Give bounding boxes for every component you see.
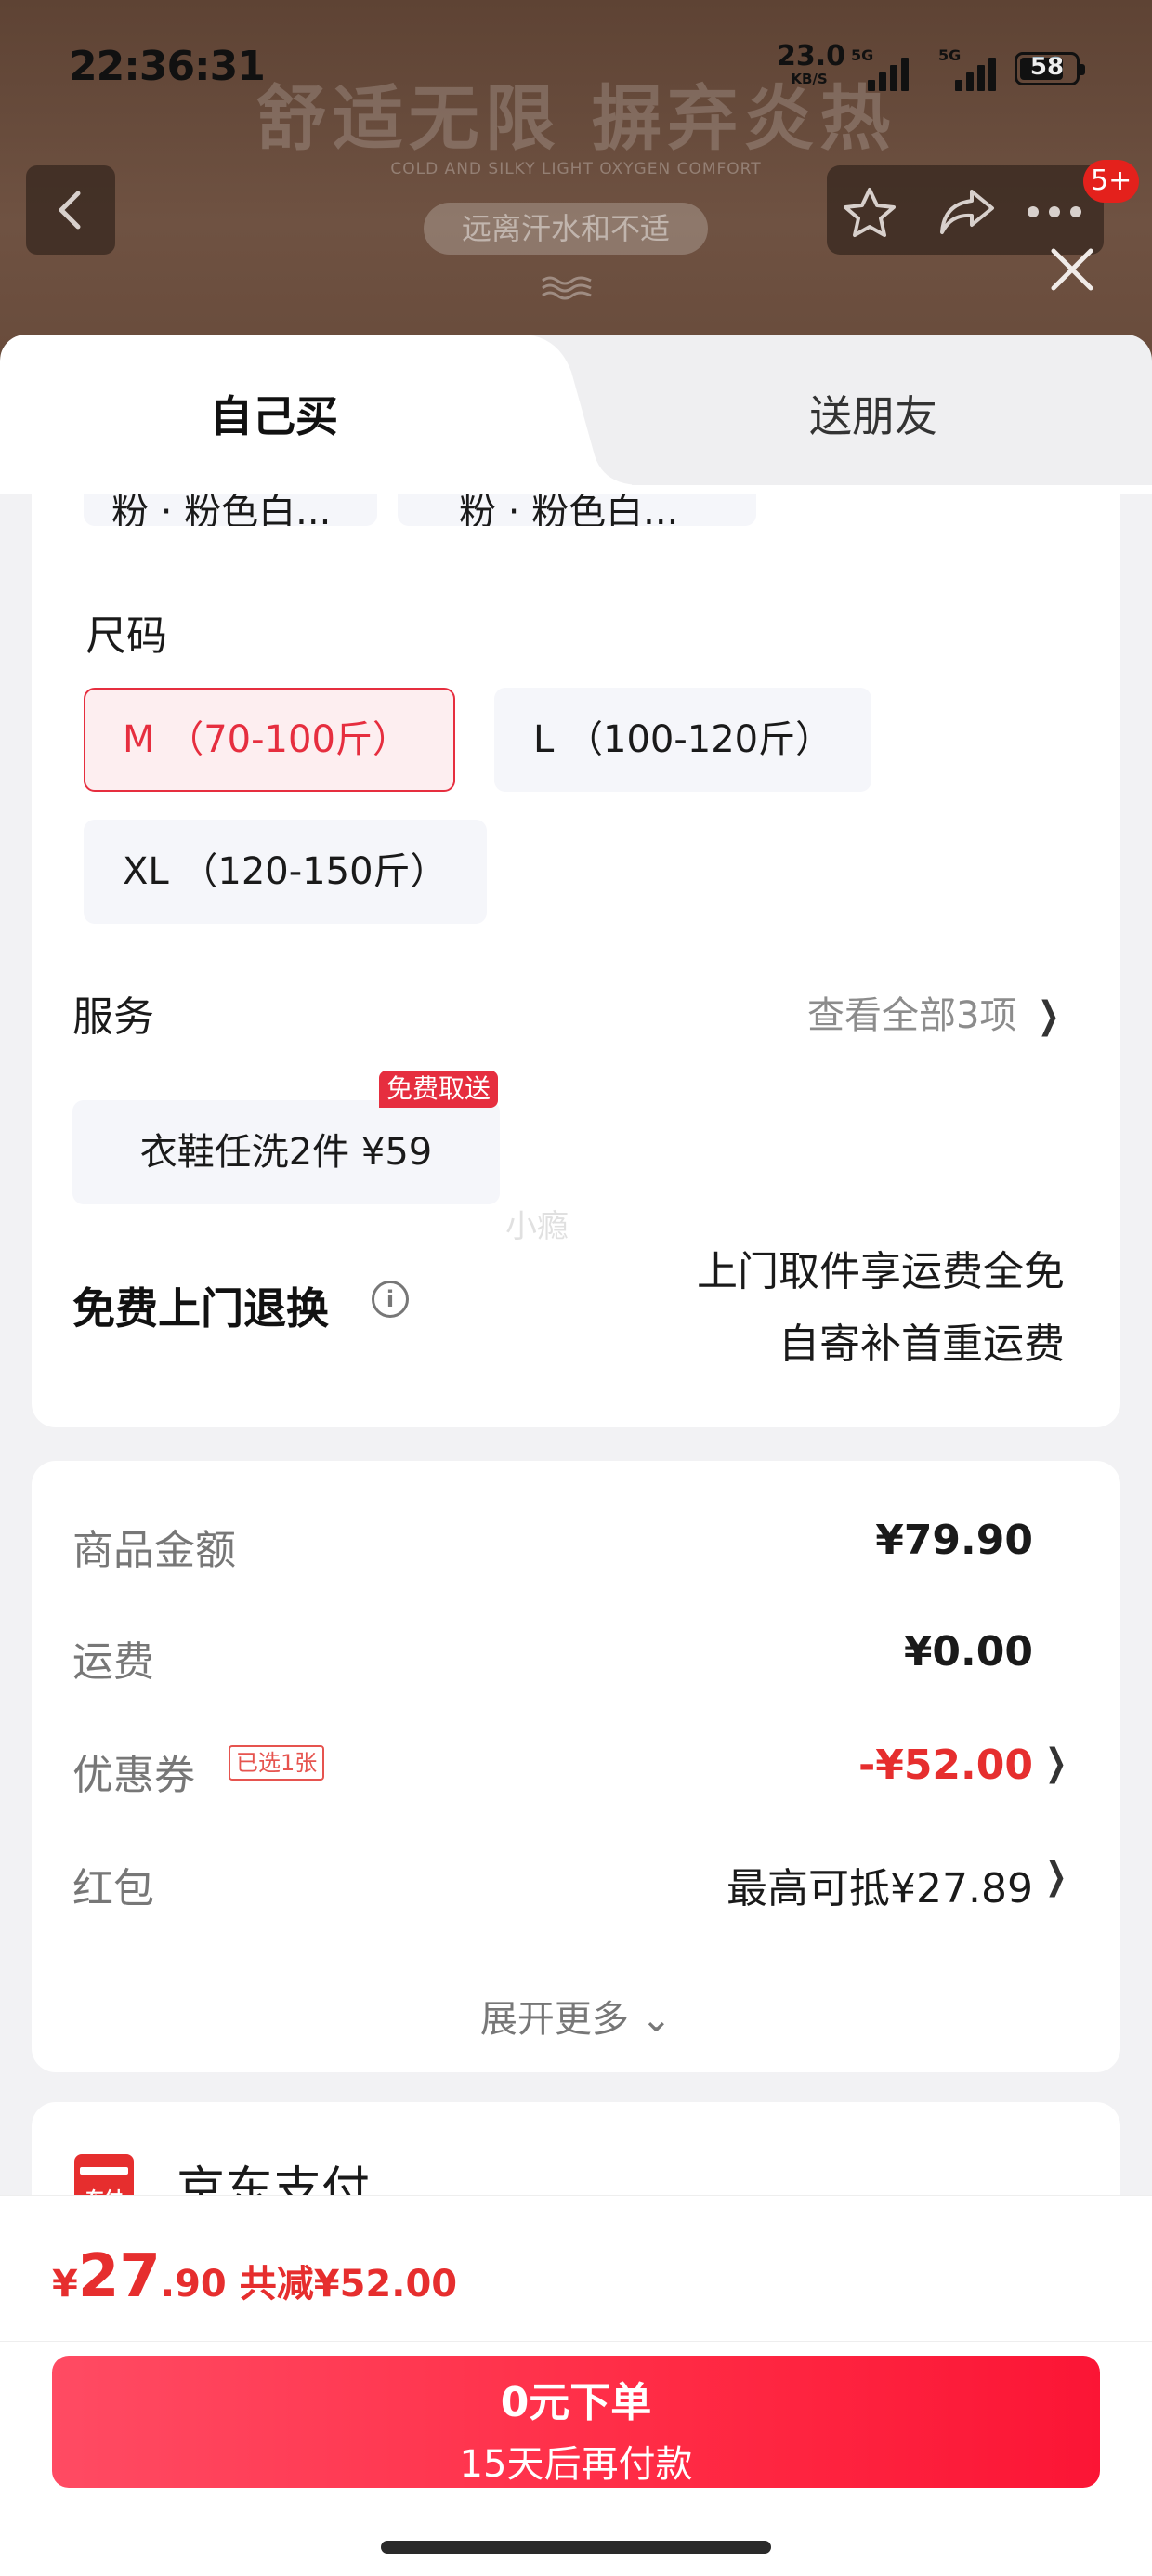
free-return-title: 免费上门退换 [72,1283,329,1334]
jd-pay-icon-text: 东付 [74,2184,134,2195]
size-option-xl[interactable]: XL （120-150斤） [84,820,487,924]
info-icon[interactable]: i [372,1281,409,1318]
network-speed-value: 23.0 [777,40,846,72]
top-action-group [827,165,1104,255]
shipping-value: ¥0.00 [903,1628,1033,1676]
price-currency: ¥ [52,2263,78,2306]
battery-icon: 58 [1015,52,1085,85]
options-card: 粉 · 粉色白... 粉 · 粉色白... 尺码 M （70-100斤） L （… [32,485,1120,1427]
goods-amount-label: 商品金额 [72,1527,236,1574]
chevron-left-icon [59,191,81,230]
banner-pill: 远离汗水和不适 [424,203,708,255]
view-all-services[interactable]: 查看全部3项 ❯ [807,985,1065,1039]
goods-amount-value: ¥79.90 [875,1517,1033,1564]
signal-icon: 5G [851,46,916,93]
wave-icon [542,276,592,300]
more-icon[interactable] [1022,186,1087,238]
back-button[interactable] [26,165,115,255]
notification-badge: 5+ [1083,160,1140,203]
order-sheet: 粉 · 粉色白... 粉 · 粉色白... 尺码 M （70-100斤） L （… [0,485,1152,2195]
red-packet-label: 红包 [72,1865,154,1912]
price-integer: 27 [77,2242,161,2311]
tab-self-buy[interactable]: 自己买 [0,383,548,444]
shipping-label: 运费 [72,1638,154,1686]
coupon-value[interactable]: -¥52.00 [858,1741,1033,1789]
expand-more-button[interactable]: 展开更多 ⌄ [32,1989,1120,2043]
place-order-label: 0元下单 [500,2379,652,2426]
chevron-right-icon[interactable]: ❯ [1046,1741,1067,1784]
network-speed-unit: KB/S [791,71,828,87]
return-note-2: 自寄补首重运费 [779,1321,1065,1368]
signal-icon: 5G [938,46,1003,93]
chevron-right-icon[interactable]: ❯ [1046,1855,1067,1898]
coupon-selected-badge: 已选1张 [229,1745,325,1781]
battery-level: 58 [1029,53,1065,81]
size-title: 尺码 [85,612,167,660]
jd-pay-icon: 东付 [74,2154,134,2195]
coupon-label: 优惠券 [72,1752,195,1799]
purchase-mode-tabs: 自己买 送朋友 [0,335,1152,485]
return-note-1: 上门取件享运费全免 [697,1248,1065,1295]
red-packet-value[interactable]: 最高可抵¥27.89 [727,1855,1033,1914]
share-icon[interactable] [936,186,998,238]
tab-gift-friend[interactable]: 送朋友 [595,383,1152,444]
home-indicator[interactable] [381,2541,771,2554]
place-order-sublabel: 15天后再付款 [459,2443,693,2486]
close-icon[interactable] [1046,243,1098,296]
price-summary-card: 商品金额 ¥79.90 运费 ¥0.00 优惠券 已选1张 -¥52.00 ❯ … [32,1461,1120,2072]
checkout-bar: ¥27.90 共减¥52.00 0元下单 15天后再付款 [0,2195,1152,2576]
watermark: 小瘾 [505,1208,569,1245]
service-title: 服务 [72,993,154,1041]
chevron-down-icon: ⌄ [640,1998,673,2041]
service-option[interactable]: 衣鞋任洗2件 ¥59 [72,1100,500,1204]
product-banner: 舒适无限 摒弃炎热 COLD AND SILKY LIGHT OXYGEN CO… [0,0,1152,372]
network-speed: 23.0 KB/S [777,40,846,87]
star-icon[interactable] [840,186,899,238]
price-decimal: .90 [160,2263,227,2306]
status-time: 22:36:31 [69,43,266,90]
view-all-label: 查看全部3项 [807,994,1017,1037]
expand-more-label: 展开更多 [479,1998,629,2041]
place-order-button[interactable]: 0元下单 15天后再付款 [52,2356,1100,2488]
total-price: ¥27.90 共减¥52.00 [52,2242,457,2311]
status-bar: 22:36:31 23.0 KB/S 5G 5G 58 [0,37,1152,102]
chevron-right-icon: ❯ [1038,994,1060,1037]
service-tag: 免费取送 [379,1071,499,1108]
size-option-l[interactable]: L （100-120斤） [494,688,871,792]
total-discount: 共减¥52.00 [239,2263,458,2306]
payment-method-name: 京东支付 [177,2162,371,2195]
size-option-m[interactable]: M （70-100斤） [84,688,455,792]
payment-method-card[interactable]: 东付 京东支付 [32,2102,1120,2195]
